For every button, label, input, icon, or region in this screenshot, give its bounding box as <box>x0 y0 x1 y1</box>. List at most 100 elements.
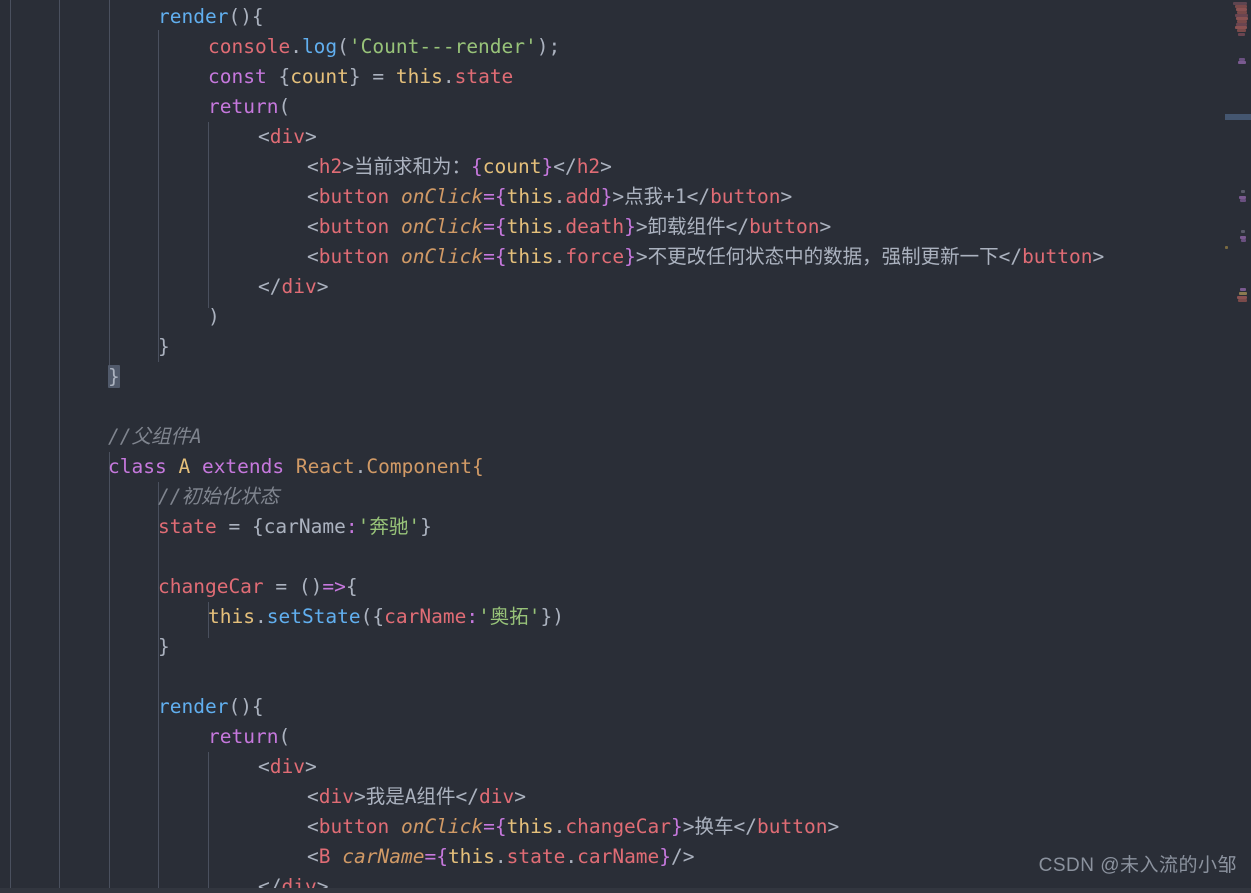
code-line[interactable]: changeCar = ()=>{ <box>0 572 358 602</box>
code-token: . <box>442 65 455 88</box>
code-line[interactable]: <div> <box>0 752 317 782</box>
code-token: this <box>395 65 443 88</box>
code-token: } <box>158 335 170 358</box>
code-token: console <box>208 35 291 58</box>
code-text-area[interactable]: render(){console.log('Count---render'); c… <box>0 0 1225 893</box>
code-line[interactable]: ) <box>0 302 220 332</box>
code-line[interactable]: <B carName={this.state.carName}/> <box>0 842 695 872</box>
code-token: h2 <box>576 155 601 178</box>
code-token: count <box>482 155 542 178</box>
code-token: </ <box>998 245 1023 268</box>
code-token: ) <box>208 305 220 328</box>
minimap-line <box>1238 61 1246 64</box>
code-token: { <box>494 815 507 838</box>
code-token: = <box>372 65 385 88</box>
code-token: return <box>208 95 279 118</box>
code-line[interactable]: render(){ <box>0 692 264 722</box>
code-line[interactable]: <button onClick={this.changeCar}>换车</but… <box>0 812 839 842</box>
code-token: = <box>483 815 495 838</box>
code-token: > <box>612 185 625 208</box>
code-token: button <box>318 185 390 208</box>
code-token: => <box>322 575 346 598</box>
code-token: = <box>483 185 495 208</box>
code-token: h2 <box>318 155 343 178</box>
code-line[interactable]: } <box>0 362 120 392</box>
code-token: Component <box>366 455 473 478</box>
code-line[interactable]: return( <box>0 722 290 752</box>
code-token: A <box>178 455 191 478</box>
code-token: } <box>600 185 613 208</box>
code-token: } <box>158 635 170 658</box>
code-token: . <box>354 455 367 478</box>
code-token: button <box>318 215 390 238</box>
code-line[interactable]: } <box>0 332 170 362</box>
code-line[interactable]: //初始化状态 <box>0 482 279 512</box>
code-line[interactable]: </div> <box>0 272 328 302</box>
code-line[interactable]: <div> <box>0 122 317 152</box>
code-token: death <box>565 215 625 238</box>
code-token: setState <box>266 605 361 628</box>
code-token: button <box>318 815 390 838</box>
code-token: > <box>316 275 329 298</box>
code-line[interactable]: <button onClick={this.death}>卸载组件</butto… <box>0 212 831 242</box>
code-token: force <box>565 245 625 268</box>
minimap[interactable] <box>1225 0 1251 893</box>
code-token: = <box>483 215 495 238</box>
code-token: { <box>240 515 264 538</box>
code-token: } <box>108 365 120 388</box>
minimap-line <box>1239 292 1247 295</box>
code-token: > <box>514 785 526 808</box>
code-token: : <box>345 515 358 538</box>
code-token: onClick <box>400 185 484 208</box>
code-line[interactable]: const {count} = this.state <box>0 62 513 92</box>
code-line[interactable]: <button onClick={this.add}>点我+1</button> <box>0 182 792 212</box>
code-line[interactable]: this.setState({carName:'奥拓'}) <box>0 602 564 632</box>
code-line[interactable] <box>0 662 158 692</box>
code-line[interactable] <box>0 392 108 422</box>
code-token: ); <box>536 35 561 58</box>
code-token: extends <box>201 455 285 478</box>
code-line[interactable] <box>0 542 158 572</box>
code-token: } <box>420 515 432 538</box>
code-line[interactable]: <button onClick={this.force}>不更改任何状态中的数据… <box>0 242 1104 272</box>
minimap-slider[interactable] <box>1225 114 1251 120</box>
code-token: React <box>295 455 355 478</box>
code-token: </ <box>258 275 282 298</box>
code-token: > <box>635 215 648 238</box>
code-line[interactable]: <h2>当前求和为：{count}</h2> <box>0 152 612 182</box>
code-token: changeCar <box>158 575 264 598</box>
minimap-line <box>1241 230 1245 233</box>
code-token: < <box>307 785 319 808</box>
minimap-line <box>1238 299 1247 302</box>
minimap-line <box>1238 33 1245 36</box>
code-token: onClick <box>400 815 484 838</box>
code-token: '奥拓' <box>478 605 541 628</box>
code-line[interactable]: } <box>0 632 170 662</box>
code-line[interactable]: class A extends React.Component{ <box>0 452 484 482</box>
code-token: > <box>353 785 366 808</box>
code-line[interactable]: return( <box>0 92 290 122</box>
code-token: '奔驰' <box>357 515 421 538</box>
code-line[interactable]: state = {carName:'奔驰'} <box>0 512 432 542</box>
code-token: . <box>565 845 578 868</box>
code-editor[interactable]: render(){console.log('Count---render'); c… <box>0 0 1251 893</box>
code-token: div <box>478 785 515 808</box>
code-token: (){ <box>228 695 264 718</box>
code-token: < <box>307 185 319 208</box>
code-token: < <box>307 845 319 868</box>
code-token: state <box>454 65 514 88</box>
code-token: carName <box>577 845 660 868</box>
minimap-line <box>1240 199 1246 202</box>
code-line[interactable]: console.log('Count---render'); <box>0 32 560 62</box>
code-token: div <box>269 755 305 778</box>
code-token: div <box>269 125 305 148</box>
code-token: ( <box>278 95 291 118</box>
code-token: this <box>506 245 554 268</box>
code-token: 点我+1 <box>624 185 687 208</box>
code-line[interactable]: <div>我是A组件</div> <box>0 782 526 812</box>
code-line[interactable]: //父组件A <box>0 422 202 452</box>
code-token: carName <box>384 605 467 628</box>
code-line[interactable]: render(){ <box>0 2 264 32</box>
